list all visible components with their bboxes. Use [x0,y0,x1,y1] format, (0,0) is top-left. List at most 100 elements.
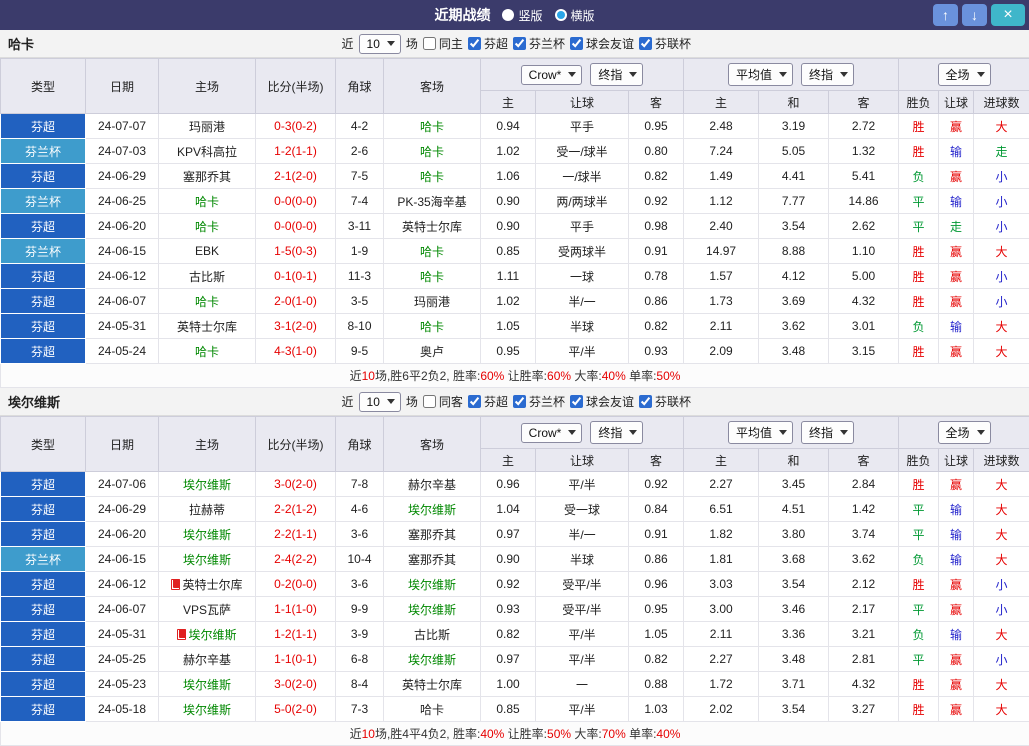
layout-radio-vertical[interactable]: 竖版 [502,7,542,24]
home-team[interactable]: 埃尔维斯 [159,672,256,697]
home-team[interactable]: 英特士尔库 [159,314,256,339]
chevron-down-icon [840,430,848,435]
league-filter-1[interactable]: 芬兰杯 [513,393,565,410]
away-team[interactable]: 赫尔辛基 [384,472,481,497]
away-team[interactable]: 哈卡 [384,264,481,289]
average-select[interactable]: 平均值 [728,63,793,86]
move-up-button[interactable]: ↑ [933,4,958,26]
away-team[interactable]: 塞那乔其 [384,522,481,547]
match-row: 芬超24-06-12英特士尔库0-2(0-0)3-6埃尔维斯0.92受平/半0.… [1,572,1029,597]
away-team[interactable]: 埃尔维斯 [384,572,481,597]
home-team[interactable]: 埃尔维斯 [159,547,256,572]
same-venue-filter[interactable]: 同客 [423,393,463,410]
same-venue-filter[interactable]: 同主 [423,35,463,52]
radio-icon[interactable] [555,9,567,21]
league-checkbox[interactable] [468,37,481,50]
home-team[interactable]: 拉赫蒂 [159,497,256,522]
away-team[interactable]: 埃尔维斯 [384,647,481,672]
home-team[interactable]: KPV科高拉 [159,139,256,164]
euro-home-odds: 2.27 [684,647,759,672]
match-count-select[interactable]: 10 [359,392,401,412]
handicap-outcome: 赢 [939,164,974,189]
away-team[interactable]: 哈卡 [384,139,481,164]
euro-away-odds: 2.72 [829,114,899,139]
asian-handicap: 受一球 [536,497,629,522]
league-type-badge: 芬超 [1,314,86,339]
scope-select[interactable]: 全场 [938,421,991,444]
away-team[interactable]: 哈卡 [384,239,481,264]
league-filter-2[interactable]: 球会友谊 [570,35,634,52]
move-down-button[interactable]: ↓ [962,4,987,26]
away-team[interactable]: 英特士尔库 [384,672,481,697]
league-checkbox[interactable] [468,395,481,408]
away-team[interactable]: 奥卢 [384,339,481,364]
away-team[interactable]: 埃尔维斯 [384,597,481,622]
scope-select[interactable]: 全场 [938,63,991,86]
away-team[interactable]: 埃尔维斯 [384,497,481,522]
outcome-group: 全场 [899,417,1029,449]
league-filter-0[interactable]: 芬超 [468,35,508,52]
away-team[interactable]: PK-35海辛基 [384,189,481,214]
chevron-down-icon [629,430,637,435]
handicap-outcome: 赢 [939,597,974,622]
away-team[interactable]: 哈卡 [384,697,481,722]
home-team[interactable]: 哈卡 [159,339,256,364]
close-button[interactable]: × [991,4,1025,26]
asian-away-odds: 0.86 [629,289,684,314]
home-team[interactable]: 赫尔辛基 [159,647,256,672]
final-index-select[interactable]: 终指 [590,421,643,444]
home-team[interactable]: EBK [159,239,256,264]
summary-segment: 让胜率: [504,727,547,741]
chevron-down-icon [977,72,985,77]
league-filter-3[interactable]: 芬联杯 [639,393,691,410]
league-filter-1[interactable]: 芬兰杯 [513,35,565,52]
match-date: 24-06-15 [86,239,159,264]
home-team[interactable]: 哈卡 [159,189,256,214]
match-score: 2-1(2-0) [256,164,336,189]
radio-icon[interactable] [502,9,514,21]
asian-handicap: 受两球半 [536,239,629,264]
league-checkbox[interactable] [513,37,526,50]
league-checkbox[interactable] [639,395,652,408]
league-filter-3[interactable]: 芬联杯 [639,35,691,52]
average-select[interactable]: 平均值 [728,421,793,444]
match-row: 芬超24-06-20哈卡0-0(0-0)3-11英特士尔库0.90平手0.982… [1,214,1029,239]
euro-home-odds: 2.11 [684,314,759,339]
league-filter-2[interactable]: 球会友谊 [570,393,634,410]
away-team[interactable]: 哈卡 [384,314,481,339]
home-team[interactable]: 埃尔维斯 [159,622,256,647]
league-filter-0[interactable]: 芬超 [468,393,508,410]
match-count-select[interactable]: 10 [359,34,401,54]
home-team[interactable]: 古比斯 [159,264,256,289]
away-team[interactable]: 哈卡 [384,164,481,189]
home-team[interactable]: 哈卡 [159,289,256,314]
league-checkbox[interactable] [639,37,652,50]
home-team[interactable]: VPS瓦萨 [159,597,256,622]
final-index-select[interactable]: 终指 [801,63,854,86]
final-index-select[interactable]: 终指 [590,63,643,86]
asian-handicap: 受平/半 [536,597,629,622]
away-team[interactable]: 哈卡 [384,114,481,139]
away-team[interactable]: 古比斯 [384,622,481,647]
league-checkbox[interactable] [570,395,583,408]
home-team[interactable]: 埃尔维斯 [159,472,256,497]
away-team[interactable]: 玛丽港 [384,289,481,314]
home-team[interactable]: 塞那乔其 [159,164,256,189]
result-outcome: 平 [899,189,939,214]
home-team[interactable]: 玛丽港 [159,114,256,139]
same-venue-checkbox[interactable] [423,395,436,408]
match-date: 24-05-31 [86,622,159,647]
home-team[interactable]: 英特士尔库 [159,572,256,597]
layout-radio-horizontal[interactable]: 横版 [555,7,595,24]
home-team[interactable]: 埃尔维斯 [159,522,256,547]
bookmaker-select[interactable]: Crow* [521,423,583,443]
final-index-select[interactable]: 终指 [801,421,854,444]
away-team[interactable]: 塞那乔其 [384,547,481,572]
league-checkbox[interactable] [570,37,583,50]
bookmaker-select[interactable]: Crow* [521,65,583,85]
home-team[interactable]: 哈卡 [159,214,256,239]
away-team[interactable]: 英特士尔库 [384,214,481,239]
league-checkbox[interactable] [513,395,526,408]
home-team[interactable]: 埃尔维斯 [159,697,256,722]
same-venue-checkbox[interactable] [423,37,436,50]
